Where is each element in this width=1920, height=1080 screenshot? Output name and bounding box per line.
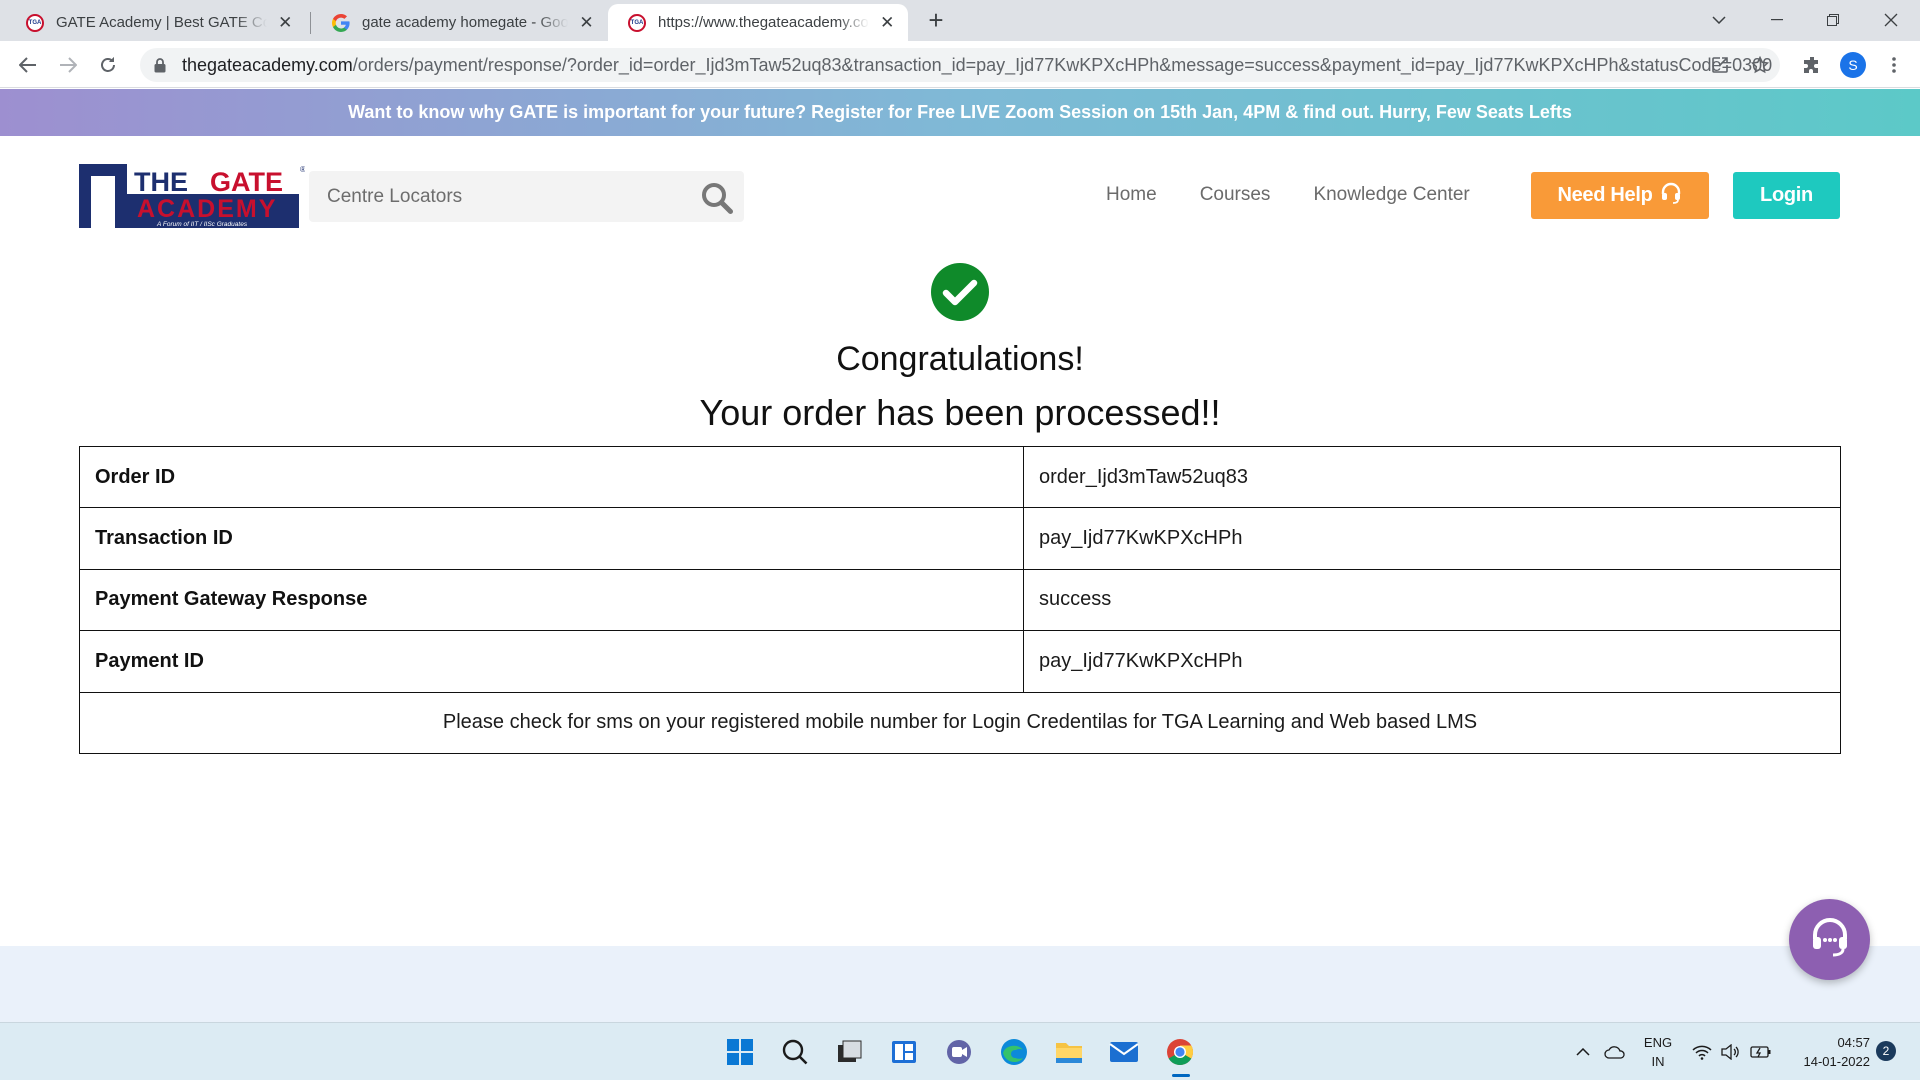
google-g-icon (332, 13, 350, 32)
order-details-table: Order ID order_Ijd3mTaw52uq83 Transactio… (79, 445, 1841, 754)
tab-title: gate academy homegate - Google Search (362, 14, 568, 31)
nav-knowledge-center[interactable]: Knowledge Center (1313, 184, 1469, 206)
close-window-icon[interactable] (1868, 4, 1914, 36)
close-tab-icon[interactable]: ✕ (879, 13, 896, 33)
system-clock[interactable]: 04:57 14-01-2022 (1786, 1033, 1871, 1071)
svg-text:A Forum of IIT / IISc Graduate: A Forum of IIT / IISc Graduates (156, 221, 248, 228)
url-host: thegateacademy.com (182, 54, 353, 75)
need-help-button[interactable]: Need Help (1531, 172, 1709, 219)
transaction-id-value: pay_Ijd77KwKPXcHPh (1023, 507, 1841, 570)
search-icon[interactable] (775, 1032, 815, 1072)
table-row: Payment ID pay_Ijd77KwKPXcHPh (79, 630, 1841, 693)
footer-band (0, 946, 1920, 1022)
wifi-icon[interactable] (1690, 1023, 1714, 1080)
success-checkmark-icon (930, 262, 990, 322)
tab-title: https://www.thegateacademy.com/orders/pa… (658, 14, 869, 31)
close-tab-icon[interactable]: ✕ (578, 13, 595, 33)
language-code: ENG (1643, 1035, 1673, 1050)
edge-browser-icon[interactable] (994, 1032, 1034, 1072)
support-chat-button[interactable] (1789, 899, 1870, 980)
order-id-value: order_Ijd3mTaw52uq83 (1023, 445, 1841, 509)
announcement-text[interactable]: Want to know why GATE is important for y… (348, 102, 1572, 123)
order-processed-heading: Your order has been processed!! (699, 392, 1221, 433)
onedrive-cloud-icon[interactable] (1600, 1023, 1630, 1080)
tab-title: GATE Academy | Best GATE Coaching (56, 14, 267, 31)
svg-text:ACADEMY: ACADEMY (137, 195, 277, 223)
teams-chat-icon[interactable] (939, 1032, 979, 1072)
task-view-icon[interactable] (829, 1032, 869, 1072)
share-icon[interactable] (1700, 56, 1740, 74)
chrome-browser-icon[interactable] (1160, 1032, 1200, 1072)
windows-start-icon[interactable] (720, 1032, 760, 1072)
svg-text:GATE: GATE (210, 167, 283, 197)
profile-avatar[interactable]: S (1837, 49, 1869, 81)
svg-text:®: ® (300, 165, 305, 174)
reload-icon[interactable] (92, 49, 124, 81)
need-help-label: Need Help (1557, 184, 1653, 206)
browser-tab-1[interactable]: TGA GATE Academy | Best GATE Coaching ✕ (6, 4, 306, 41)
battery-charging-icon[interactable] (1748, 1023, 1774, 1080)
back-arrow-icon[interactable] (12, 49, 44, 81)
centre-locator-search-input[interactable]: Centre Locators (309, 171, 744, 222)
payment-id-value: pay_Ijd77KwKPXcHPh (1023, 630, 1841, 693)
input-language-indicator[interactable]: ENG IN (1640, 1033, 1676, 1071)
payment-id-label: Payment ID (79, 630, 1024, 693)
tab-search-chevron-icon[interactable] (1696, 4, 1742, 36)
clock-date: 14-01-2022 (1803, 1054, 1871, 1069)
minimize-window-icon[interactable] (1754, 4, 1800, 36)
browser-tab-2[interactable]: gate academy homegate - Google Search ✕ (312, 4, 607, 41)
nav-courses[interactable]: Courses (1200, 184, 1271, 206)
file-explorer-icon[interactable] (1049, 1032, 1089, 1072)
table-row: Please check for sms on your registered … (79, 691, 1841, 754)
clock-time: 04:57 (1837, 1035, 1870, 1050)
table-row: Payment Gateway Response success (79, 568, 1841, 632)
login-label: Login (1760, 184, 1813, 206)
gate-academy-logo[interactable]: THE GATE ® ACADEMY A Forum of IIT / IISc… (79, 164, 306, 230)
widgets-icon[interactable] (884, 1032, 924, 1072)
lock-icon[interactable] (154, 57, 168, 73)
tab-separator (310, 12, 311, 34)
notification-count-badge[interactable]: 2 (1876, 1041, 1896, 1061)
search-icon[interactable] (700, 181, 734, 215)
show-hidden-icons-chevron-icon[interactable] (1572, 1023, 1594, 1080)
main-navigation: Home Courses Knowledge Center (1106, 184, 1513, 206)
table-row: Order ID order_Ijd3mTaw52uq83 (79, 445, 1841, 509)
headset-chat-icon (1808, 917, 1852, 962)
bookmark-star-icon[interactable] (1740, 56, 1780, 74)
active-app-indicator (1172, 1074, 1190, 1077)
forward-arrow-icon[interactable] (52, 49, 84, 81)
address-bar[interactable]: thegateacademy.com/orders/payment/respon… (140, 48, 1780, 82)
browser-tabstrip: TGA GATE Academy | Best GATE Coaching ✕ … (0, 0, 1920, 41)
extensions-puzzle-icon[interactable] (1796, 49, 1828, 81)
congratulations-heading: Congratulations! (836, 340, 1084, 378)
browser-menu-kebab-icon[interactable] (1878, 49, 1910, 81)
close-tab-icon[interactable]: ✕ (277, 13, 294, 33)
restore-window-icon[interactable] (1810, 4, 1856, 36)
url-path: /orders/payment/response/?order_id=order… (352, 54, 1773, 75)
headset-icon (1659, 181, 1683, 211)
region-code: IN (1651, 1054, 1665, 1069)
browser-toolbar: thegateacademy.com/orders/payment/respon… (0, 41, 1920, 88)
transaction-id-label: Transaction ID (79, 507, 1024, 570)
login-button[interactable]: Login (1733, 172, 1840, 219)
profile-initial: S (1840, 52, 1866, 78)
announcement-banner[interactable]: Want to know why GATE is important for y… (0, 89, 1920, 136)
table-row: Transaction ID pay_Ijd77KwKPXcHPh (79, 507, 1841, 570)
windows-taskbar: ENG IN 04:57 14-01-2022 2 (0, 1022, 1920, 1080)
sms-credentials-note: Please check for sms on your registered … (79, 691, 1841, 754)
gateway-response-label: Payment Gateway Response (79, 568, 1024, 632)
mail-icon[interactable] (1104, 1032, 1144, 1072)
gate-academy-favicon-icon: TGA (628, 13, 646, 32)
order-id-label: Order ID (79, 445, 1024, 509)
volume-icon[interactable] (1718, 1023, 1742, 1080)
nav-home[interactable]: Home (1106, 184, 1157, 206)
site-header: THE GATE ® ACADEMY A Forum of IIT / IISc… (0, 136, 1920, 256)
gate-academy-favicon-icon: TGA (26, 13, 44, 32)
svg-text:THE: THE (134, 167, 188, 197)
search-placeholder: Centre Locators (327, 185, 463, 207)
browser-tab-3-active[interactable]: TGA https://www.thegateacademy.com/order… (608, 4, 908, 41)
gateway-response-value: success (1023, 568, 1841, 632)
new-tab-plus-icon[interactable]: + (922, 6, 950, 34)
